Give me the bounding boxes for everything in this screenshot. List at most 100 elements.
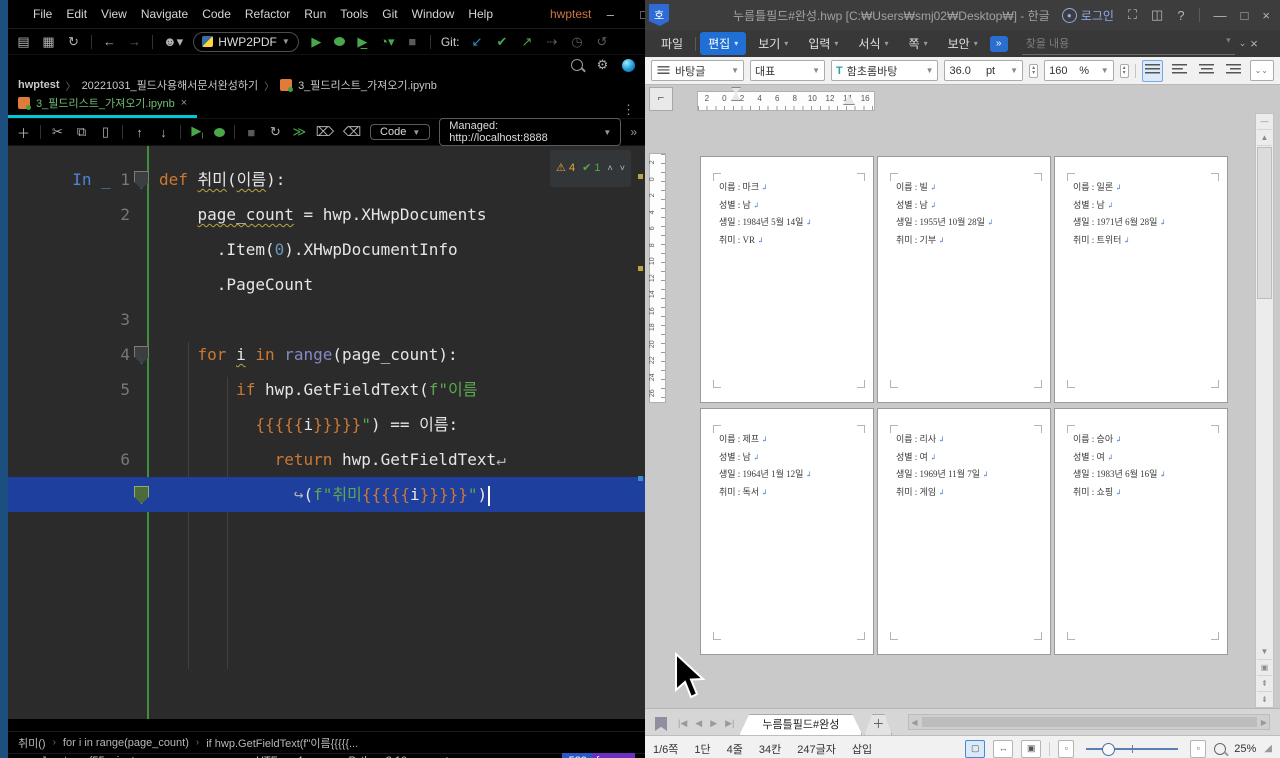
add-cell-icon[interactable]: ＋ [16,123,31,142]
git-commit-icon[interactable]: ✔ [494,34,509,50]
sync-icon[interactable]: ↻ [66,34,81,50]
status-item[interactable]: 삽입 [852,741,872,757]
inspections-widget[interactable]: ⚠ 4 ✔ 1 ˄ ˅ [550,150,631,187]
cell-fold-marker[interactable] [134,171,149,189]
align-justify-button[interactable] [1142,60,1163,82]
breadcrumb-item[interactable]: 3_필드리스트_가져오기.ipynb [298,77,437,93]
delete-cell-icon[interactable]: ⌫ [343,124,361,140]
history-icon[interactable]: ◷ [569,34,584,50]
font-size-stepper[interactable]: ▴▾ [1029,64,1038,78]
hwp-menu-보기[interactable]: 보기▾ [750,32,796,55]
back-icon[interactable]: ← [102,34,117,49]
paragraph-style-dropdown[interactable]: 바탕글▼ [651,60,744,81]
hwp-menu-입력[interactable]: 입력▾ [800,32,846,55]
zoom-slider-thumb[interactable] [1102,743,1115,756]
breadcrumb-item[interactable]: 20221031_필드사용해서문서완성하기 [82,77,259,93]
jupyter-server-dropdown[interactable]: Managed: http://localhost:8888▼ [439,118,621,146]
menu-navigate[interactable]: Navigate [134,4,195,24]
toolbar-more-icon[interactable]: » [630,125,637,139]
bookmark-icon[interactable] [655,717,667,731]
code-editor[interactable]: In _ 1def 취미(이름):2 page_count = hwp.XHwp… [8,146,645,719]
move-cell-down-icon[interactable]: ↓ [156,125,171,140]
vertical-scrollbar[interactable]: — ▲ ▼ ▣ ⇞ ⇟ [1255,113,1274,708]
full-view-button[interactable]: ▣ [1021,740,1041,758]
file-encoding[interactable]: UTF-8 [256,755,284,758]
document-page[interactable]: 이름 : 일론↲성별 : 남↲생일 : 1971년 6월 28일↲취미 : 트위… [1054,156,1228,403]
zoom-slider[interactable] [1086,748,1178,750]
cell-fold-marker[interactable] [134,346,149,364]
ai-assistant-icon[interactable] [622,59,635,72]
minimize-button[interactable]: — [1214,8,1227,23]
document-tab[interactable]: 누름틀필드#완성 [739,714,862,735]
zoom-in-button[interactable]: ▫ [1190,740,1206,758]
ruler-corner-button[interactable]: ⌐ [649,87,673,111]
maximize-button[interactable]: □ [1241,8,1249,23]
align-left-button[interactable] [1169,60,1190,82]
cut-cell-icon[interactable]: ✂ [50,124,65,140]
resize-grip[interactable]: ◢ [1264,743,1272,754]
document-page[interactable]: 이름 : 마크↲성별 : 남↲생일 : 1984년 5월 14일↲취미 : VR… [700,156,874,403]
code-line[interactable]: .Item(0).XHwpDocumentInfo [8,232,645,267]
find-close-icon[interactable]: × [1250,36,1258,51]
document-page[interactable]: 이름 : 빌↲성별 : 남↲생일 : 1955년 10월 28일↲취미 : 기부… [877,156,1051,403]
next-tab-icon[interactable]: ▶ [707,718,720,735]
rollback-icon[interactable]: ↺ [594,34,609,50]
zoom-tool-icon[interactable] [1214,743,1226,755]
context-breadcrumb-item[interactable]: 취미() [18,735,46,751]
menu-help[interactable]: Help [461,4,500,24]
kernel-status[interactable]: Jupyter... (55 minutes ago) [41,755,161,758]
hide-ruler-icon[interactable]: — [1257,114,1272,130]
git-branch[interactable]: ψ master [443,755,482,758]
breadcrumb-item[interactable]: hwptest [18,79,60,91]
next-page-icon[interactable]: ⇟ [1257,692,1272,707]
code-line[interactable]: ↪(f"취미{{{{{i}}}}}") [8,477,645,512]
user-icon[interactable]: ☻▾ [163,34,183,50]
prev-page-icon[interactable]: ⇞ [1257,676,1272,692]
maximize-button[interactable]: □ [627,5,645,24]
menu-run[interactable]: Run [297,4,333,24]
hwp-menu-파일[interactable]: 파일 [653,32,691,55]
menu-more-icon[interactable]: » [990,36,1008,52]
width-fit-button[interactable]: ↔ [993,740,1013,758]
hwp-menu-쪽[interactable]: 쪽▾ [901,32,936,55]
open-icon[interactable]: ▤ [16,34,31,50]
menu-edit[interactable]: Edit [59,4,94,24]
split-view-icon[interactable]: ◫ [1151,7,1163,23]
align-right-button[interactable] [1223,60,1244,82]
hwp-menu-보안[interactable]: 보안▾ [940,32,986,55]
document-page[interactable]: 이름 : 제프↲성별 : 남↲생일 : 1964년 1월 12일↲취미 : 독서… [700,408,874,655]
run-config-selector[interactable]: HWP2PDF▼ [193,32,299,52]
memory-indicator[interactable]: 589 of 2048M [562,753,635,758]
fullscreen-icon[interactable]: ⛶ [1128,7,1137,23]
font-size-dropdown[interactable]: 36.0 pt▼ [944,60,1023,81]
code-line[interactable]: .PageCount [8,267,645,302]
tab-options-icon[interactable]: ⋮ [622,102,645,118]
status-item[interactable]: 247글자 [797,741,836,757]
copy-cell-icon[interactable]: ⧉ [74,124,89,140]
menu-refactor[interactable]: Refactor [238,4,297,24]
paste-cell-icon[interactable]: ▯ [98,124,113,140]
menu-window[interactable]: Window [405,4,462,24]
style-set-dropdown[interactable]: 대표▼ [750,60,825,81]
add-tab-button[interactable]: ＋ [864,714,892,735]
login-button[interactable]: ● 로그인 [1062,7,1114,24]
context-breadcrumb-item[interactable]: if hwp.GetFieldText(f"이름{{{{{... [206,735,358,751]
hwp-menu-편집[interactable]: 편집▾ [700,32,746,55]
find-expand-icon[interactable]: ⌄ [1239,38,1247,49]
git-shelve-icon[interactable]: ⇢ [544,34,559,50]
git-push-icon[interactable]: ↗ [519,34,534,50]
first-tab-icon[interactable]: |◀ [675,718,690,735]
coverage-icon[interactable]: ▶̲ [355,34,370,50]
interpreter[interactable]: Python 3.10 (venv) [348,755,430,758]
debug-icon[interactable] [334,37,345,46]
line-spacing-dropdown[interactable]: 160 %▼ [1044,60,1114,81]
horizontal-scrollbar[interactable]: ◀ ▶ [908,714,1270,730]
scroll-up-icon[interactable]: ▲ [1257,130,1272,146]
status-item[interactable]: 34칸 [759,741,781,757]
menu-tools[interactable]: Tools [333,4,375,24]
forward-icon[interactable]: → [127,34,142,49]
zoom-level[interactable]: 25% [1234,743,1256,755]
document-page[interactable]: 이름 : 리사↲성별 : 여↲생일 : 1969년 11월 7일↲취미 : 게임… [877,408,1051,655]
code-line[interactable]: 6 return hwp.GetFieldText↵ [8,442,645,477]
last-tab-icon[interactable]: ▶| [722,718,737,735]
